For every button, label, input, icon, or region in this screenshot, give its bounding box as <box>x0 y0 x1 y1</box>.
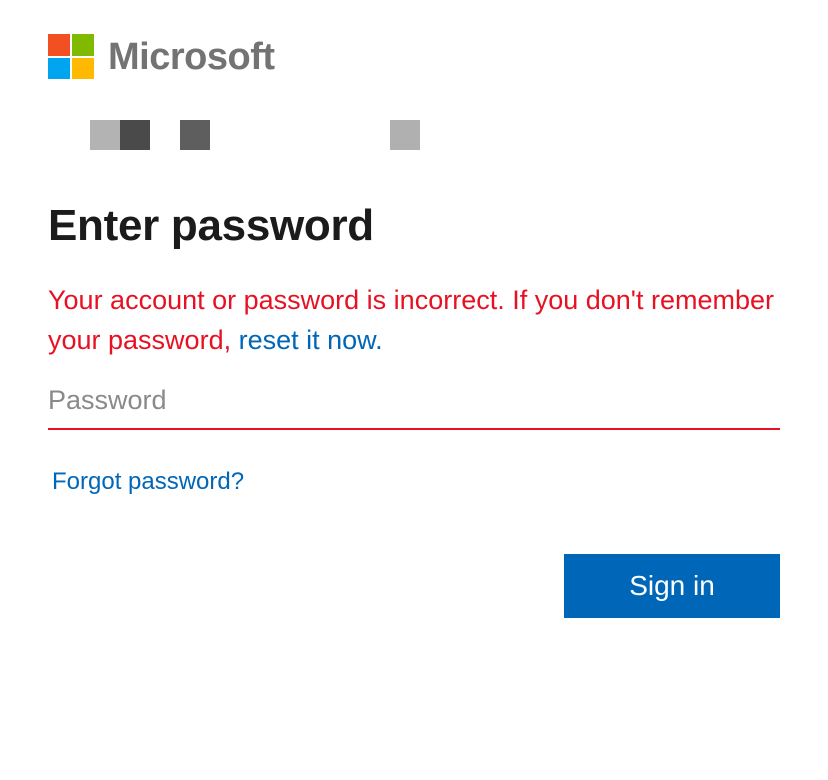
redacted-block <box>90 120 120 150</box>
redacted-block <box>120 120 150 150</box>
redacted-block <box>390 120 420 150</box>
microsoft-logo-icon <box>48 34 94 79</box>
microsoft-logo: Microsoft <box>48 34 275 79</box>
redacted-block <box>180 120 210 150</box>
password-field-container <box>48 372 780 430</box>
error-message: Your account or password is incorrect. I… <box>48 280 788 360</box>
sign-in-button[interactable]: Sign in <box>564 554 780 618</box>
password-input[interactable] <box>48 372 780 428</box>
logo-square-blue <box>48 57 70 79</box>
logo-square-red <box>48 34 70 56</box>
redacted-account-identifier <box>90 120 430 150</box>
logo-square-green <box>72 34 94 56</box>
error-text: Your account or password is incorrect. I… <box>48 285 774 355</box>
brand-name: Microsoft <box>108 35 275 78</box>
reset-password-link[interactable]: reset it now. <box>239 325 383 355</box>
logo-square-yellow <box>72 57 94 79</box>
page-title: Enter password <box>48 201 374 250</box>
forgot-password-link[interactable]: Forgot password? <box>52 466 244 498</box>
